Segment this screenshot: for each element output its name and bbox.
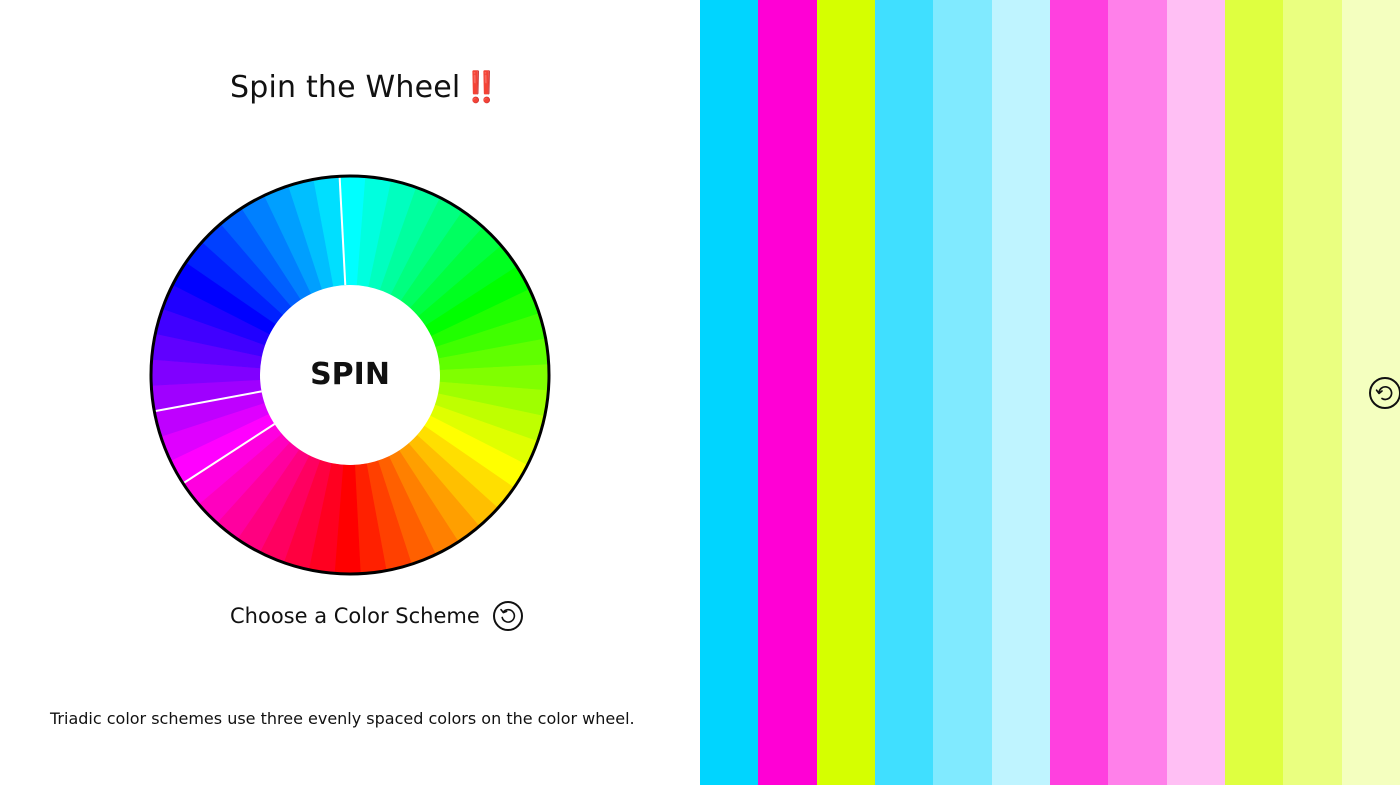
color-wheel-graphic[interactable] bbox=[148, 173, 552, 577]
palette-swatch-4 bbox=[874, 0, 934, 785]
left-panel: Spin the Wheel‼️ SPIN Choose a Color Sch… bbox=[0, 0, 700, 785]
palette-refresh-button[interactable] bbox=[1369, 377, 1400, 409]
scheme-description: Triadic color schemes use three evenly s… bbox=[50, 709, 635, 728]
palette-swatch-6 bbox=[991, 0, 1050, 785]
palette-swatch-10 bbox=[1224, 0, 1284, 785]
palette-swatch-5 bbox=[933, 0, 992, 785]
palette-swatch-1 bbox=[700, 0, 759, 785]
palette-swatch-8 bbox=[1108, 0, 1167, 785]
double-exclamation-icon: ‼️ bbox=[462, 70, 501, 105]
palette-swatch-9 bbox=[1166, 0, 1225, 785]
color-palette bbox=[700, 0, 1400, 785]
undo-icon bbox=[1375, 386, 1393, 401]
page: Spin the Wheel‼️ SPIN Choose a Color Sch… bbox=[0, 0, 1400, 785]
palette-swatch-7 bbox=[1049, 0, 1109, 785]
palette-swatch-2 bbox=[758, 0, 817, 785]
scheme-refresh-button[interactable] bbox=[492, 601, 523, 631]
color-wheel[interactable] bbox=[148, 173, 552, 577]
scheme-label: Choose a Color Scheme bbox=[230, 604, 480, 628]
page-title: Spin the Wheel‼️ bbox=[230, 70, 500, 105]
palette-swatch-11 bbox=[1283, 0, 1342, 785]
refresh-icon bbox=[499, 608, 515, 623]
spin-button[interactable] bbox=[260, 285, 440, 465]
scheme-selector: Choose a Color Scheme bbox=[230, 598, 523, 634]
title-text: Spin the Wheel bbox=[230, 70, 461, 105]
palette-swatch-3 bbox=[816, 0, 875, 785]
